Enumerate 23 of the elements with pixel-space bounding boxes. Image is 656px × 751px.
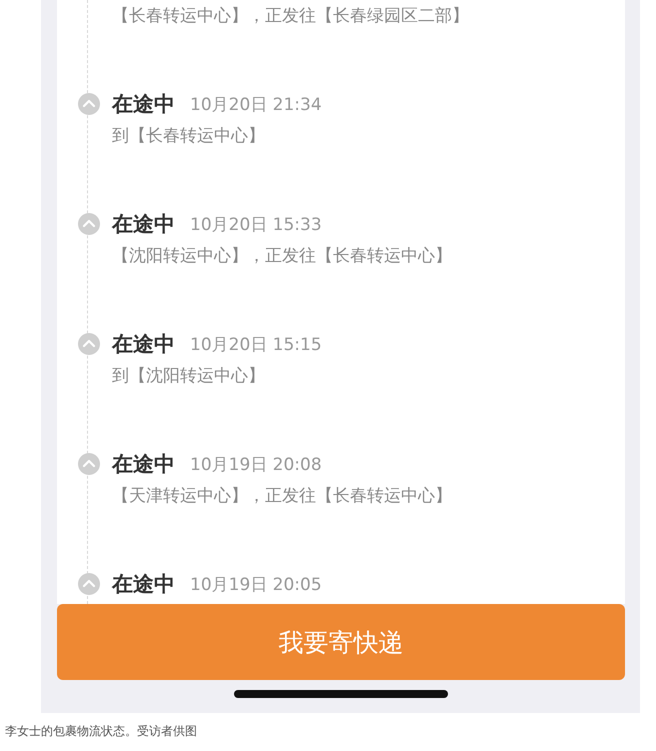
home-indicator[interactable] xyxy=(234,690,448,698)
timestamp: 10月19日 20:08 xyxy=(190,454,322,476)
status-label: 在途中 xyxy=(112,211,175,238)
timestamp: 10月20日 15:15 xyxy=(190,334,322,356)
tracking-description: 到【沈阳转运中心】 xyxy=(111,365,266,388)
send-package-button[interactable]: 我要寄快递 xyxy=(57,604,625,680)
timestamp: 10月20日 15:33 xyxy=(190,214,322,236)
timestamp: 10月19日 20:05 xyxy=(190,574,322,596)
tracking-description: 【长春转运中心】，正发往【长春绿园区二部】 xyxy=(111,5,470,28)
status-label: 在途中 xyxy=(112,91,175,118)
image-caption: 李女士的包裹物流状态。受访者供图 xyxy=(4,723,198,740)
chevron-up-icon[interactable] xyxy=(77,452,101,476)
status-label: 在途中 xyxy=(112,571,175,598)
status-label: 在途中 xyxy=(112,331,175,358)
chevron-up-icon[interactable] xyxy=(77,92,101,116)
chevron-up-icon[interactable] xyxy=(77,212,101,236)
chevron-up-icon[interactable] xyxy=(77,332,101,356)
chevron-up-icon[interactable] xyxy=(77,572,101,596)
status-label: 在途中 xyxy=(112,451,175,478)
tracking-description: 【天津转运中心】，正发往【长春转运中心】 xyxy=(111,485,453,508)
tracking-description: 到【长春转运中心】 xyxy=(111,125,266,148)
tracking-description: 【沈阳转运中心】，正发往【长春转运中心】 xyxy=(111,245,453,268)
timestamp: 10月20日 21:34 xyxy=(190,94,322,116)
